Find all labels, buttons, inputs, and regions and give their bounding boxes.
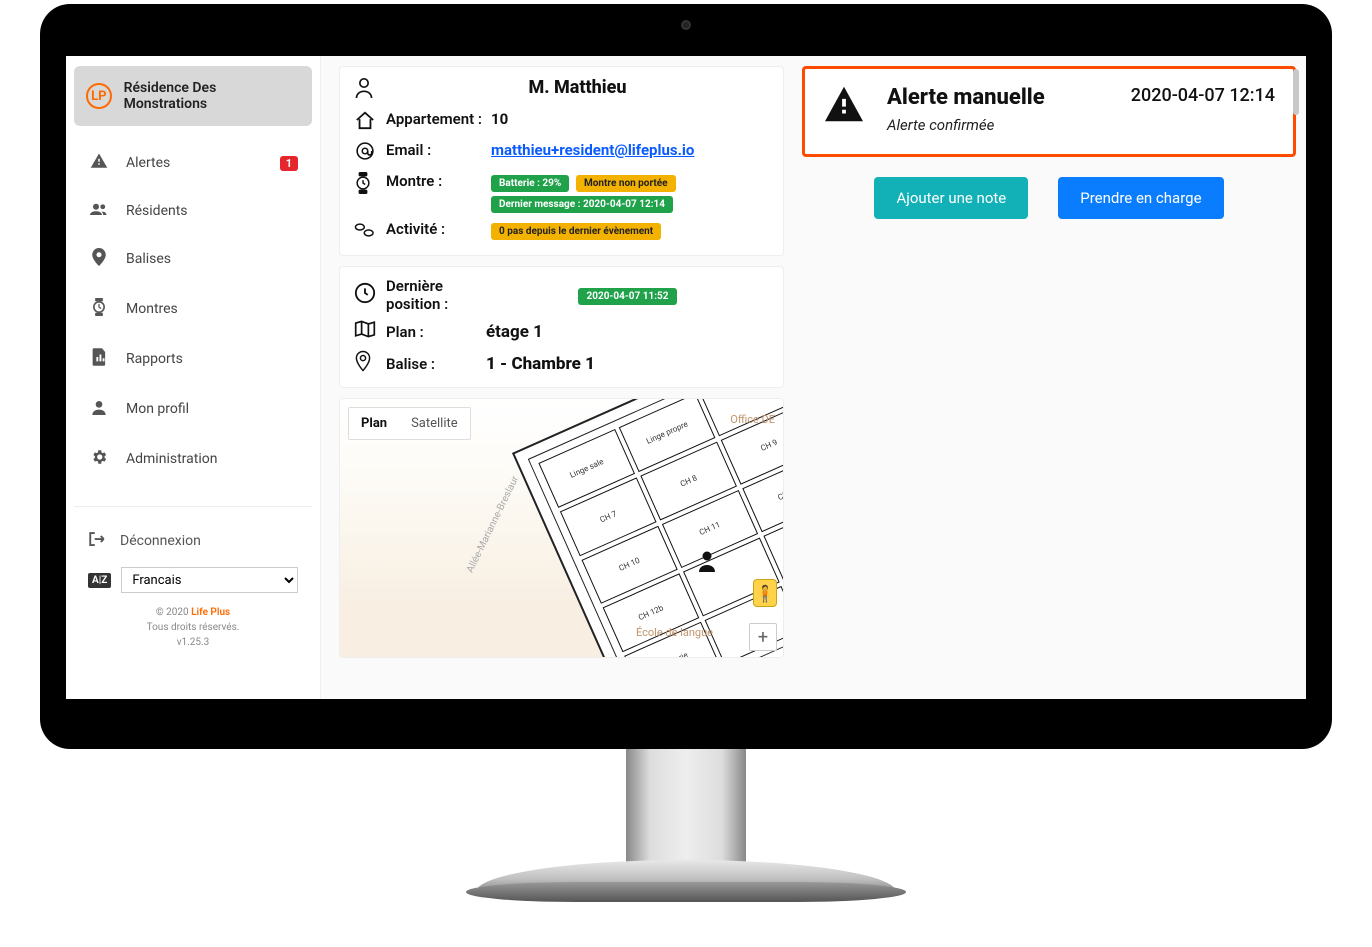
main-content: M. Matthieu Appartement : 10 Email : mat… — [321, 56, 1306, 699]
language-row: A|Z Francais — [74, 561, 312, 599]
sidebar-item-administration[interactable]: Administration — [74, 434, 312, 484]
alert-icon — [88, 152, 110, 174]
sidebar-item-balises[interactable]: Balises — [74, 234, 312, 284]
alert-card: Alerte manuelle Alerte confirmée 2020-04… — [802, 66, 1296, 157]
sidebar-item-label: Alertes — [126, 155, 170, 171]
camera-icon — [681, 20, 691, 30]
map-label-office: Office DE — [730, 413, 775, 426]
sidebar-item-label: Résidents — [126, 203, 188, 219]
people-icon — [88, 202, 110, 220]
monitor-stand-base — [476, 860, 896, 892]
last-message-pill: Dernier message : 2020-04-07 12:14 — [491, 196, 673, 213]
sidebar-footer: © 2020 Life Plus Tous droits réservés. v… — [74, 605, 312, 650]
sidebar-item-label: Montres — [126, 301, 178, 317]
last-position-value: 2020-04-07 11:52 — [486, 285, 769, 305]
beacon-icon — [354, 350, 386, 377]
email-value[interactable]: matthieu+resident@lifeplus.io — [491, 141, 769, 159]
floorplan-overlay: Linge saleLinge propre CH 7CH 8CH 9 CH 1… — [512, 398, 784, 658]
watch-row-icon — [354, 172, 386, 199]
map-label-street: Allée-Marianne-Breslaur — [465, 474, 521, 574]
map-card[interactable]: Plan Satellite Linge saleLinge propre CH… — [339, 398, 784, 658]
sidebar-item-profil[interactable]: Mon profil — [74, 384, 312, 434]
residence-name: Résidence Des Monstrations — [124, 80, 300, 112]
last-position-label: Dernière position : — [386, 277, 486, 313]
alert-actions: Ajouter une note Prendre en charge — [802, 177, 1296, 219]
sidebar-item-label: Balises — [126, 251, 171, 267]
apartment-label: Appartement : — [386, 110, 491, 128]
beacon-value: 1 - Chambre 1 — [486, 354, 769, 374]
logout-label: Déconnexion — [120, 533, 201, 549]
language-select[interactable]: Francais — [121, 567, 298, 593]
map-zoom-in[interactable]: + — [749, 623, 777, 651]
person-marker-icon — [695, 549, 719, 579]
alert-subtitle: Alerte confirmée — [887, 116, 1117, 134]
copyright-text: © 2020 — [156, 607, 191, 618]
divider — [74, 506, 312, 507]
report-icon — [88, 348, 110, 370]
watch-label: Montre : — [386, 172, 491, 190]
map-label-school: École de langue — [636, 626, 713, 639]
gear-icon — [88, 448, 110, 470]
monitor-frame: LP Résidence Des Monstrations Alertes 1 — [40, 4, 1332, 749]
sidebar-nav: Alertes 1 Résidents Balises — [74, 138, 312, 484]
watch-pills: Batterie : 29% Montre non portée Dernier… — [491, 172, 769, 214]
sidebar-item-montres[interactable]: Montres — [74, 284, 312, 334]
email-icon — [354, 141, 386, 166]
watch-icon — [88, 298, 110, 320]
map-type-tabs: Plan Satellite — [348, 407, 471, 440]
map-tab-plan[interactable]: Plan — [349, 408, 399, 439]
sidebar: LP Résidence Des Monstrations Alertes 1 — [66, 56, 321, 699]
version-text: v1.25.3 — [74, 635, 312, 650]
sidebar-item-label: Administration — [126, 451, 217, 467]
plan-value: étage 1 — [486, 322, 769, 342]
alert-count-badge: 1 — [280, 156, 298, 171]
pin-icon — [88, 248, 110, 270]
right-column: Alerte manuelle Alerte confirmée 2020-04… — [802, 66, 1302, 699]
clock-icon — [354, 282, 386, 309]
streetview-pegman[interactable]: 🧍 — [753, 579, 777, 607]
map-icon — [354, 319, 386, 344]
scrollbar-thumb[interactable] — [1293, 69, 1299, 115]
alert-title: Alerte manuelle — [887, 85, 1117, 110]
sidebar-item-rapports[interactable]: Rapports — [74, 334, 312, 384]
logout-icon — [88, 531, 106, 551]
logout-button[interactable]: Déconnexion — [74, 521, 312, 561]
battery-pill: Batterie : 29% — [491, 175, 569, 192]
app-screen: LP Résidence Des Monstrations Alertes 1 — [66, 56, 1306, 699]
activity-label: Activité : — [386, 220, 491, 238]
take-charge-button[interactable]: Prendre en charge — [1058, 177, 1223, 219]
activity-pill-wrap: 0 pas depuis le dernier évènement — [491, 220, 769, 241]
sidebar-residence[interactable]: LP Résidence Des Monstrations — [74, 66, 312, 126]
watch-status-pill: Montre non portée — [576, 175, 676, 192]
position-card: Dernière position : 2020-04-07 11:52 Pla… — [339, 266, 784, 388]
activity-pill: 0 pas depuis le dernier évènement — [491, 223, 661, 240]
sidebar-item-residents[interactable]: Résidents — [74, 188, 312, 234]
add-note-button[interactable]: Ajouter une note — [874, 177, 1028, 219]
translate-icon: A|Z — [88, 573, 111, 588]
sidebar-item-alertes[interactable]: Alertes 1 — [74, 138, 312, 188]
sidebar-item-label: Rapports — [126, 351, 183, 367]
rights-text: Tous droits réservés. — [74, 620, 312, 635]
last-position-pill: 2020-04-07 11:52 — [578, 288, 676, 305]
resident-name: M. Matthieu — [386, 77, 769, 102]
logo-icon: LP — [86, 83, 112, 109]
email-label: Email : — [386, 141, 491, 159]
profile-icon — [88, 398, 110, 420]
warning-triangle-icon — [823, 85, 873, 129]
map-tab-satellite[interactable]: Satellite — [399, 408, 470, 439]
left-column: M. Matthieu Appartement : 10 Email : mat… — [339, 66, 784, 699]
resident-card: M. Matthieu Appartement : 10 Email : mat… — [339, 66, 784, 256]
steps-icon — [354, 220, 386, 245]
monitor-stand-neck — [626, 747, 746, 877]
apartment-value: 10 — [491, 110, 769, 128]
plan-label: Plan : — [386, 323, 486, 341]
beacon-label: Balise : — [386, 355, 486, 373]
brand-name: Life Plus — [191, 607, 230, 618]
sidebar-item-label: Mon profil — [126, 401, 189, 417]
person-icon — [354, 77, 386, 104]
alert-timestamp: 2020-04-07 12:14 — [1131, 85, 1275, 106]
home-icon — [354, 110, 386, 135]
